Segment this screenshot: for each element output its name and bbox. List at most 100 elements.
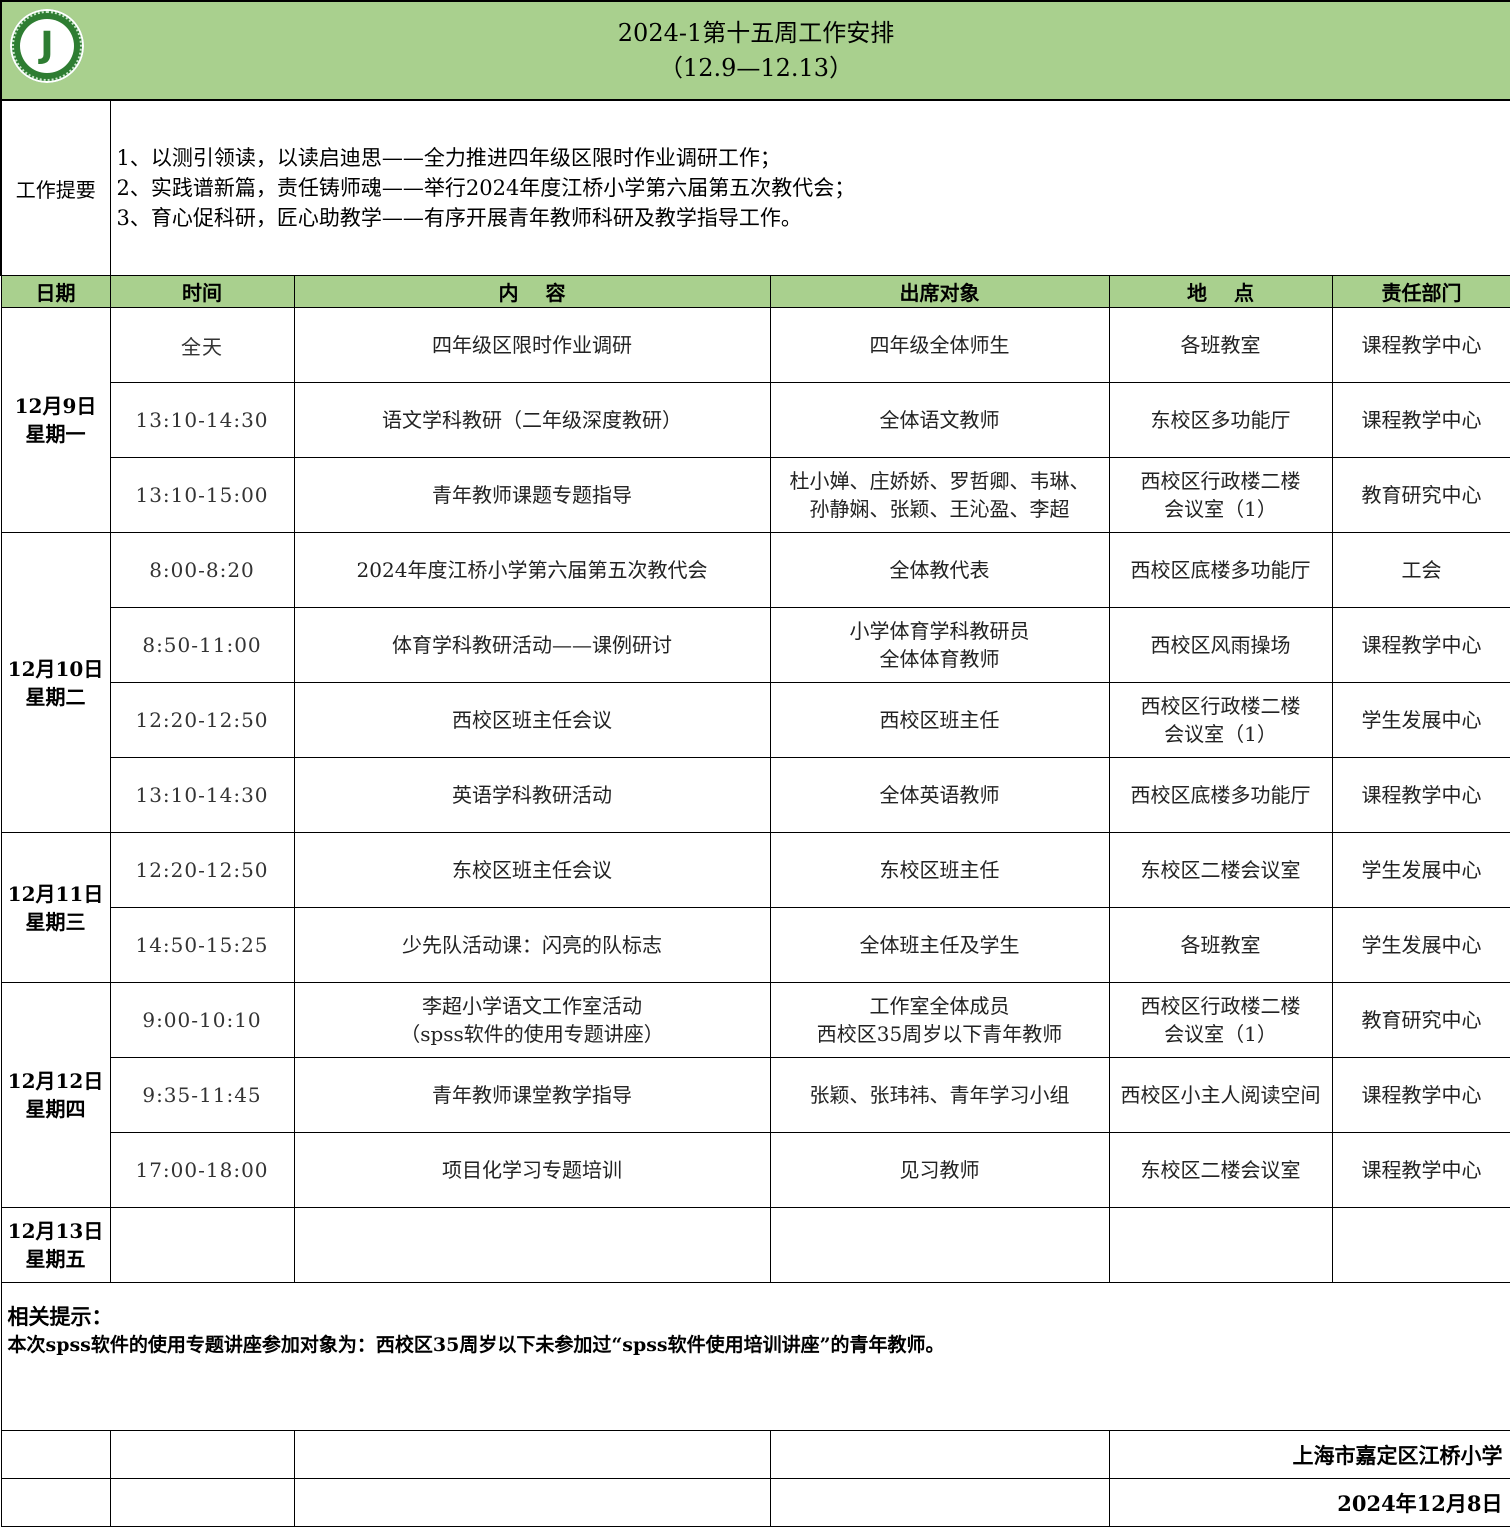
time-line: 14:50-15:25 — [111, 933, 294, 957]
location-line: 西校区底楼多功能厅 — [1110, 556, 1332, 584]
day-date: 12月11日 — [2, 880, 110, 908]
cell-attendees: 小学体育学科教研员全体体育教师 — [770, 608, 1109, 683]
cell-content: 项目化学习专题培训 — [294, 1133, 770, 1208]
cell-department: 教育研究中心 — [1332, 458, 1510, 533]
table-row: 12月11日星期三12:20-12:50东校区班主任会议东校区班主任东校区二楼会… — [1, 833, 1510, 908]
cell-department: 课程教学中心 — [1332, 308, 1510, 383]
cell-content: 四年级区限时作业调研 — [294, 308, 770, 383]
cell-attendees: 工作室全体成员西校区35周岁以下青年教师 — [770, 983, 1109, 1058]
department-line: 工会 — [1333, 556, 1510, 584]
cell-location: 东校区多功能厅 — [1109, 383, 1332, 458]
department-line: 课程教学中心 — [1333, 406, 1510, 434]
attendees-line: 西校区35周岁以下青年教师 — [771, 1020, 1109, 1048]
empty-cell — [294, 1479, 770, 1527]
cell-content: 语文学科教研（二年级深度教研） — [294, 383, 770, 458]
table-row: 12月10日星期二8:00-8:202024年度江桥小学第六届第五次教代会全体教… — [1, 533, 1510, 608]
content-line: 项目化学习专题培训 — [295, 1156, 770, 1184]
cell-department: 工会 — [1332, 533, 1510, 608]
cell-time: 12:20-12:50 — [110, 833, 294, 908]
table-row: 12:20-12:50西校区班主任会议西校区班主任西校区行政楼二楼会议室（1）学… — [1, 683, 1510, 758]
day-date: 12月10日 — [2, 655, 110, 683]
cell-time: 14:50-15:25 — [110, 908, 294, 983]
cell-content: 体育学科教研活动——课例研讨 — [294, 608, 770, 683]
summary-item: 3、育心促科研，匠心助教学——有序开展青年教师科研及教学指导工作。 — [117, 203, 1510, 233]
cell-department: 学生发展中心 — [1332, 908, 1510, 983]
footer-date: 2024年12月8日 — [1109, 1479, 1510, 1527]
content-line: 英语学科教研活动 — [295, 781, 770, 809]
attendees-line: 西校区班主任 — [771, 706, 1109, 734]
cell-content: 青年教师课堂教学指导 — [294, 1058, 770, 1133]
cell-department: 课程教学中心 — [1332, 1058, 1510, 1133]
attendees-line: 杜小婵、庄娇娇、罗哲卿、韦琳、 — [771, 467, 1109, 495]
cell-time — [110, 1208, 294, 1283]
department-line: 课程教学中心 — [1333, 631, 1510, 659]
cell-attendees: 东校区班主任 — [770, 833, 1109, 908]
time-line: 全天 — [111, 331, 294, 360]
department-line: 教育研究中心 — [1333, 1006, 1510, 1034]
table-row: 12月13日星期五 — [1, 1208, 1510, 1283]
cell-content — [294, 1208, 770, 1283]
cell-time: 13:10-14:30 — [110, 383, 294, 458]
attendees-line: 全体体育教师 — [771, 645, 1109, 673]
location-line: 会议室（1） — [1110, 720, 1332, 748]
content-line: 2024年度江桥小学第六届第五次教代会 — [295, 556, 770, 584]
attendees-line: 全体班主任及学生 — [771, 931, 1109, 959]
cell-content: 东校区班主任会议 — [294, 833, 770, 908]
cell-location: 西校区风雨操场 — [1109, 608, 1332, 683]
cell-time: 8:50-11:00 — [110, 608, 294, 683]
tips-title: 相关提示： — [8, 1303, 1505, 1331]
attendees-line: 东校区班主任 — [771, 856, 1109, 884]
cell-department: 教育研究中心 — [1332, 983, 1510, 1058]
column-header-department: 责任部门 — [1332, 276, 1510, 308]
location-line: 西校区行政楼二楼 — [1110, 467, 1332, 495]
cell-location: 西校区行政楼二楼会议室（1） — [1109, 983, 1332, 1058]
column-header-attendees: 出席对象 — [770, 276, 1109, 308]
cell-department: 课程教学中心 — [1332, 608, 1510, 683]
table-row: 13:10-14:30语文学科教研（二年级深度教研）全体语文教师东校区多功能厅课… — [1, 383, 1510, 458]
day-date-cell: 12月10日星期二 — [1, 533, 110, 833]
empty-cell — [770, 1431, 1109, 1479]
location-line: 各班教室 — [1110, 931, 1332, 959]
cell-department — [1332, 1208, 1510, 1283]
summary-label: 工作提要 — [1, 100, 110, 276]
day-date-cell: 12月9日星期一 — [1, 308, 110, 533]
summary-item: 2、实践谱新篇，责任铸师魂——举行2024年度江桥小学第六届第五次教代会； — [117, 173, 1510, 203]
department-line: 教育研究中心 — [1333, 481, 1510, 509]
cell-content: 2024年度江桥小学第六届第五次教代会 — [294, 533, 770, 608]
day-weekday: 星期四 — [2, 1095, 110, 1123]
location-line: 各班教室 — [1110, 331, 1332, 359]
table-row: 12月12日星期四9:00-10:10李超小学语文工作室活动（spss软件的使用… — [1, 983, 1510, 1058]
content-line: 李超小学语文工作室活动 — [295, 992, 770, 1020]
content-line: 青年教师课堂教学指导 — [295, 1081, 770, 1109]
department-line: 课程教学中心 — [1333, 1156, 1510, 1184]
cell-department: 课程教学中心 — [1332, 1133, 1510, 1208]
day-weekday: 星期二 — [2, 683, 110, 711]
department-line: 学生发展中心 — [1333, 931, 1510, 959]
cell-attendees: 全体英语教师 — [770, 758, 1109, 833]
location-line: 西校区风雨操场 — [1110, 631, 1332, 659]
date-range: （12.9—12.13） — [2, 51, 1510, 86]
cell-location: 西校区底楼多功能厅 — [1109, 533, 1332, 608]
content-line: （spss软件的使用专题讲座） — [295, 1020, 770, 1048]
cell-location: 西校区行政楼二楼会议室（1） — [1109, 458, 1332, 533]
time-line: 9:35-11:45 — [111, 1083, 294, 1107]
tips-body: 本次spss软件的使用专题讲座参加对象为：西校区35周岁以下未参加过“spss软… — [8, 1331, 1505, 1359]
table-row: 14:50-15:25少先队活动课：闪亮的队标志全体班主任及学生各班教室学生发展… — [1, 908, 1510, 983]
table-row: 12月9日星期一全天四年级区限时作业调研四年级全体师生各班教室课程教学中心 — [1, 308, 1510, 383]
cell-time: 17:00-18:00 — [110, 1133, 294, 1208]
cell-content: 李超小学语文工作室活动（spss软件的使用专题讲座） — [294, 983, 770, 1058]
location-line: 西校区行政楼二楼 — [1110, 692, 1332, 720]
content-line: 少先队活动课：闪亮的队标志 — [295, 931, 770, 959]
table-row: 17:00-18:00项目化学习专题培训见习教师东校区二楼会议室课程教学中心 — [1, 1133, 1510, 1208]
department-line: 学生发展中心 — [1333, 856, 1510, 884]
department-line: 课程教学中心 — [1333, 781, 1510, 809]
content-line: 青年教师课题专题指导 — [295, 481, 770, 509]
table-row: 9:35-11:45青年教师课堂教学指导张颖、张玮祎、青年学习小组西校区小主人阅… — [1, 1058, 1510, 1133]
attendees-line: 孙静娴、张颖、王沁盈、李超 — [771, 495, 1109, 523]
empty-cell — [770, 1479, 1109, 1527]
location-line: 会议室（1） — [1110, 1020, 1332, 1048]
column-header-date: 日期 — [1, 276, 110, 308]
page-title: 2024-1第十五周工作安排 — [2, 16, 1510, 51]
cell-location: 各班教室 — [1109, 908, 1332, 983]
cell-attendees: 全体教代表 — [770, 533, 1109, 608]
